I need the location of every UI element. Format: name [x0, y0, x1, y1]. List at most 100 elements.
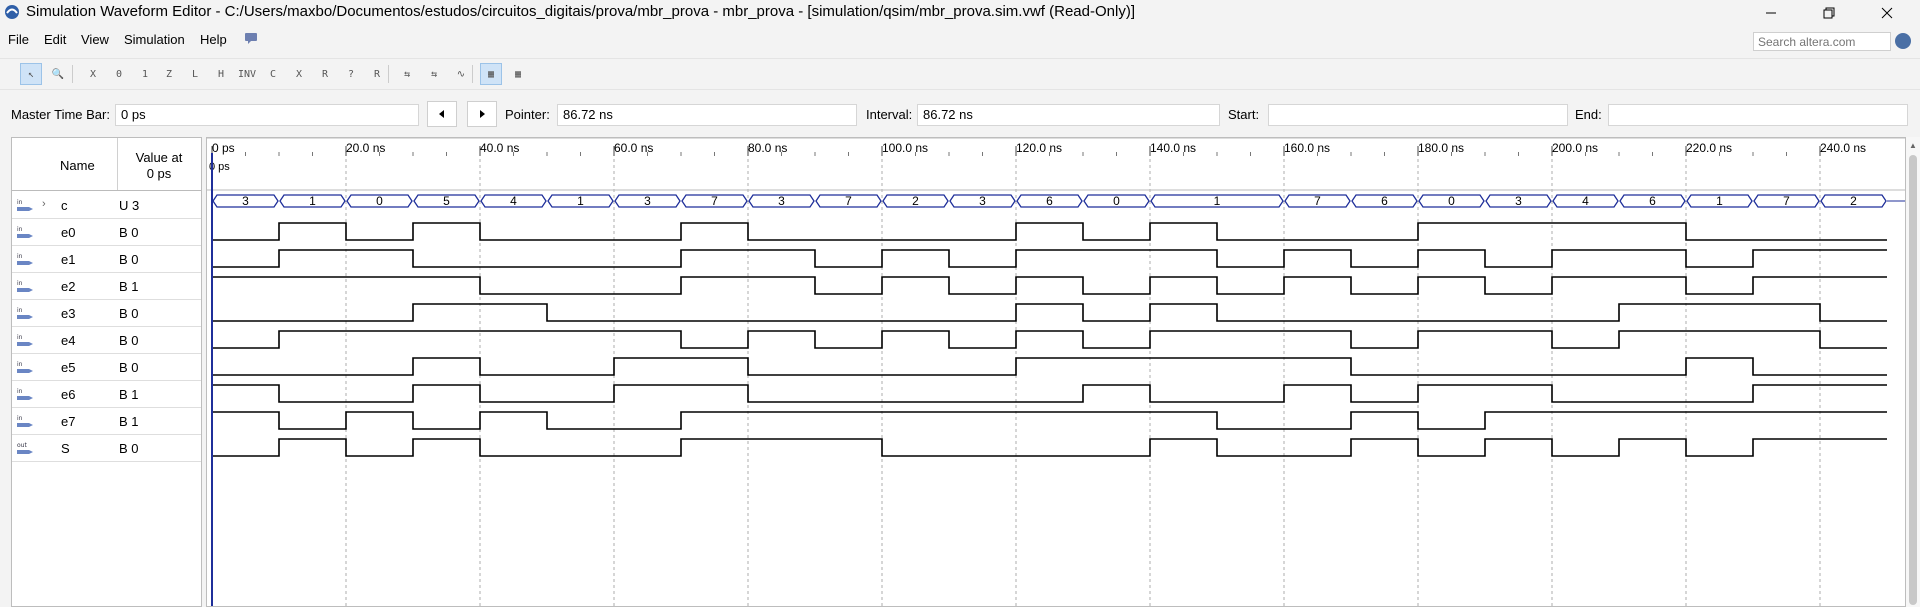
scrollbar-thumb[interactable] [1909, 155, 1917, 605]
signal-name: S [61, 441, 70, 456]
signal-row-e1[interactable]: in e1 B 0 [12, 246, 201, 273]
signal-row-e5[interactable]: in e5 B 0 [12, 354, 201, 381]
signal-row-e7[interactable]: in e7 B 1 [12, 408, 201, 435]
bus-value-label: 1 [577, 194, 584, 208]
waveform-editing-icon[interactable]: ∿ [450, 63, 472, 85]
svg-text:in: in [17, 253, 23, 260]
close-button[interactable] [1864, 0, 1910, 26]
next-transition-button[interactable] [467, 101, 497, 127]
bus-value-label: 1 [1214, 194, 1221, 208]
arrow-left-icon [439, 110, 444, 118]
restore-icon [1823, 7, 1835, 19]
show-as-table-icon[interactable]: ▦ [480, 63, 502, 85]
arrow-right-icon [480, 110, 485, 118]
signal-row-c[interactable]: in › c U 3 [12, 192, 201, 219]
menu-view[interactable]: View [81, 32, 109, 47]
random-value-icon[interactable]: R [314, 63, 336, 85]
signal-row-S[interactable]: out S B 0 [12, 435, 201, 462]
zoom-tool-icon[interactable]: 🔍 [47, 63, 69, 85]
snap-to-grid-icon[interactable]: ⇆ [396, 63, 418, 85]
toolbar-separator [388, 65, 389, 83]
svg-text:in: in [17, 361, 23, 368]
bus-value-label: 1 [1716, 194, 1723, 208]
title-bar: Simulation Waveform Editor - C:/Users/ma… [0, 0, 1920, 26]
weak-low-icon[interactable]: L [184, 63, 206, 85]
svg-text:in: in [17, 307, 23, 314]
bus-value-label: 2 [1850, 194, 1857, 208]
header-divider [12, 190, 201, 191]
menu-bar: File Edit View Simulation Help [0, 28, 1920, 52]
high-impedance-icon[interactable]: Z [158, 63, 180, 85]
waveform-panel[interactable]: 0 ps 20.0 ns 40.0 ns 60.0 ns 80.0 ns 100.0 ns… [206, 137, 1906, 607]
bus-value-label: 3 [644, 194, 651, 208]
menu-help[interactable]: Help [200, 32, 227, 47]
pointer-label: Pointer: [505, 107, 550, 122]
forcing-low-icon[interactable]: 0 [108, 63, 130, 85]
vertical-scrollbar[interactable]: ▲ [1906, 137, 1920, 607]
menu-file[interactable]: File [8, 32, 29, 47]
search-input[interactable] [1753, 32, 1891, 51]
signal-name: e1 [61, 252, 76, 267]
menu-edit[interactable]: Edit [44, 32, 66, 47]
edit-group-icon[interactable]: ▦ [507, 63, 529, 85]
interval-field: 86.72 ns [917, 104, 1220, 126]
signal-row-e2[interactable]: in e2 B 1 [12, 273, 201, 300]
start-label: Start: [1228, 107, 1260, 122]
bus-value-label: 1 [309, 194, 316, 208]
signal-value: B 0 [119, 252, 139, 267]
bus-value-label: 6 [1381, 194, 1388, 208]
menu-simulation[interactable]: Simulation [124, 32, 185, 47]
input-pin-icon: in [17, 388, 33, 400]
waveform-canvas[interactable]: 0 ps 20.0 ns 40.0 ns 60.0 ns 80.0 ns 100.0 ns… [207, 138, 1906, 607]
signal-row-e6[interactable]: in e6 B 1 [12, 381, 201, 408]
waveform-e3 [212, 303, 1887, 322]
arbitrary-value-icon[interactable]: R [366, 63, 388, 85]
bus-value-label: 6 [1046, 194, 1053, 208]
previous-transition-button[interactable] [427, 101, 457, 127]
toolbar-separator [72, 65, 73, 83]
close-icon [1881, 7, 1893, 19]
master-time-bar-field[interactable]: 0 ps [115, 104, 419, 126]
signal-name: e7 [61, 414, 76, 429]
input-pin-icon: in [17, 415, 33, 427]
minimize-button[interactable] [1748, 0, 1794, 26]
waveform-e7 [212, 411, 1887, 430]
expand-chevron-icon[interactable]: › [42, 198, 46, 210]
forcing-high-icon[interactable]: 1 [134, 63, 156, 85]
signal-row-e4[interactable]: in e4 B 0 [12, 327, 201, 354]
dont-care-icon[interactable]: ? [340, 63, 362, 85]
signal-row-e3[interactable]: in e3 B 0 [12, 300, 201, 327]
input-pin-icon: in [17, 280, 33, 292]
time-tick-label: 160.0 ns [1284, 141, 1330, 155]
bus-value-label: 4 [1582, 194, 1589, 208]
signal-value: B 0 [119, 333, 139, 348]
signal-row-e0[interactable]: in e0 B 0 [12, 219, 201, 246]
signal-value: B 0 [119, 360, 139, 375]
signal-value: B 1 [119, 414, 139, 429]
clock-icon[interactable]: X [288, 63, 310, 85]
bus-value-label: 0 [376, 194, 383, 208]
signal-name: c [61, 198, 68, 213]
restore-button[interactable] [1806, 0, 1852, 26]
time-tick-label: 180.0 ns [1418, 141, 1464, 155]
input-pin-icon: in [17, 226, 33, 238]
invert-icon[interactable]: INV [236, 63, 258, 85]
pointer-field: 86.72 ns [557, 104, 857, 126]
grid-settings-icon[interactable]: ⇆ [423, 63, 445, 85]
signal-name: e4 [61, 333, 76, 348]
waveform-e0 [212, 222, 1887, 241]
svg-text:in: in [17, 415, 23, 422]
forcing-unknown-icon[interactable]: X [82, 63, 104, 85]
signal-name: e3 [61, 306, 76, 321]
time-tick-label: 140.0 ns [1150, 141, 1196, 155]
bus-value-label: 0 [1448, 194, 1455, 208]
start-field [1268, 104, 1568, 126]
scroll-up-icon[interactable]: ▲ [1909, 141, 1917, 150]
svg-text:in: in [17, 280, 23, 287]
search-icon[interactable] [1895, 33, 1911, 49]
weak-high-icon[interactable]: H [210, 63, 232, 85]
selection-tool-icon[interactable]: ↖ [20, 63, 42, 85]
count-value-icon[interactable]: C [262, 63, 284, 85]
toolbar-separator [472, 65, 473, 83]
feedback-icon[interactable] [244, 32, 258, 45]
